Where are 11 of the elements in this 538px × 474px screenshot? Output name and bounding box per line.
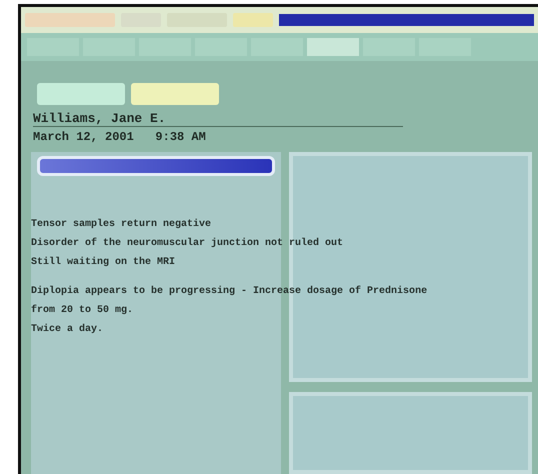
- toolbar-button[interactable]: [37, 83, 125, 105]
- visit-time: March 12, 2001 9:38 AM: [33, 130, 207, 144]
- note-line: from 20 to 50 mg.: [31, 305, 134, 316]
- note-line: Tensor samples return negative: [31, 219, 212, 230]
- selected-list-item[interactable]: [37, 156, 275, 176]
- patient-name: Williams, Jane E.: [33, 111, 403, 127]
- toolbar-button[interactable]: [131, 83, 219, 105]
- note-line: Still waiting on the MRI: [31, 257, 176, 268]
- note-line: Disorder of the neuromuscular junction not ruled out: [31, 238, 344, 249]
- note-line: Diplopia appears to be progressing - Increase dosage of Prednisone: [31, 286, 428, 297]
- note-line: Twice a day.: [31, 324, 104, 335]
